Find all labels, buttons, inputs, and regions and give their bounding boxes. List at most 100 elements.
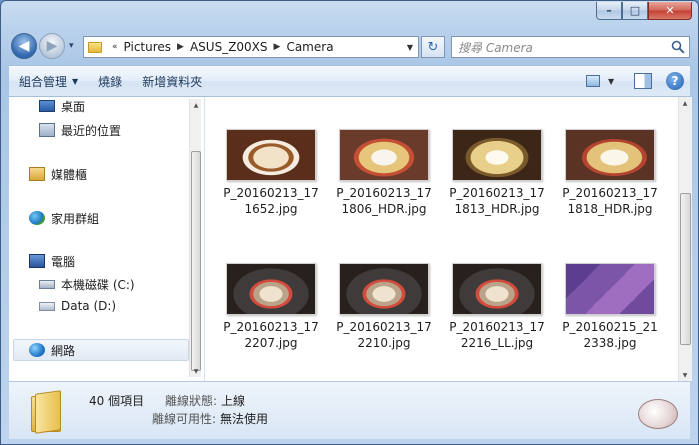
details-pane: 40 個項目 離線狀態: 上線 離線可用性: 無法使用 (9, 381, 690, 439)
organize-label: 組合管理 (19, 74, 68, 89)
network-icon (29, 343, 45, 357)
search-placeholder: 搜尋 Camera (458, 40, 533, 55)
photo-thumbnail (339, 263, 429, 315)
close-button[interactable]: ✕ (648, 2, 692, 20)
folder-icon (88, 41, 102, 53)
explorer-window: – □ ✕ ◀ ▶ ▾ « Pictures ▶ ASUS_Z00XS ▶ Ca… (0, 0, 699, 445)
photo-thumbnail (226, 263, 316, 315)
burn-button[interactable]: 燒錄 (88, 73, 132, 90)
file-item[interactable]: P_20160213_172216_LL.jpg (447, 263, 547, 351)
computer-icon (29, 254, 45, 268)
forward-button[interactable]: ▶ (39, 33, 65, 59)
file-name: P_20160213_171806_HDR.jpg (336, 186, 432, 216)
file-item[interactable]: P_20160213_171806_HDR.jpg (334, 129, 434, 217)
homegroup-icon (29, 211, 45, 225)
file-name: P_20160213_171652.jpg (223, 186, 319, 216)
sidebar-item-desktop[interactable]: 桌面 (39, 95, 85, 117)
sidebar-item-label: 本機磁碟 (C:) (61, 277, 135, 292)
scroll-up-arrow-icon[interactable]: ▲ (679, 97, 691, 109)
change-view-button[interactable]: ▼ (582, 70, 620, 92)
offline-status: 離線狀態: 上線 (165, 392, 245, 409)
organize-button[interactable]: 組合管理 ▼ (9, 73, 88, 90)
breadcrumb-asus[interactable]: ASUS_Z00XS (190, 40, 268, 54)
sidebar-item-computer[interactable]: 電腦 (29, 250, 75, 272)
sidebar-item-network[interactable]: 網路 (13, 339, 189, 361)
scrollbar-thumb[interactable] (680, 193, 691, 345)
navigation-pane: 桌面 最近的位置 媒體櫃 家用群組 電腦 本機磁碟 (C:) Data (D:) (9, 97, 205, 381)
search-icon[interactable] (671, 40, 685, 54)
file-name: P_20160213_171818_HDR.jpg (562, 186, 658, 216)
navigation-scrollbar[interactable]: ▲ ▼ (189, 99, 201, 377)
photo-thumbnail (339, 129, 429, 181)
file-name: P_20160213_172216_LL.jpg (449, 320, 545, 350)
file-item[interactable]: P_20160213_172207.jpg (221, 263, 321, 351)
file-name: P_20160215_212338.jpg (562, 320, 658, 350)
back-button[interactable]: ◀ (11, 33, 37, 59)
folder-icon (31, 390, 63, 434)
burn-label: 燒錄 (98, 74, 123, 89)
desktop-icon (39, 100, 55, 112)
sidebar-item-label: 最近的位置 (61, 123, 122, 138)
file-name: P_20160213_172210.jpg (336, 320, 432, 350)
file-item[interactable]: P_20160213_171652.jpg (221, 129, 321, 217)
file-item[interactable]: P_20160213_172210.jpg (334, 263, 434, 351)
breadcrumb-prefix[interactable]: « (106, 42, 124, 52)
scroll-down-arrow-icon[interactable]: ▼ (190, 365, 202, 377)
offline-availability-value: 無法使用 (220, 412, 269, 426)
library-icon (29, 167, 45, 181)
file-list-scrollbar[interactable]: ▲ ▼ (678, 97, 692, 381)
file-list-pane: P_20160213_171652.jpg P_20160213_171806_… (205, 97, 692, 381)
command-bar: 組合管理 ▼ 燒錄 新增資料夾 ▼ ? (9, 65, 690, 97)
recent-pages-dropdown[interactable]: ▾ (69, 41, 74, 51)
sidebar-item-label: 電腦 (51, 254, 76, 269)
breadcrumb-camera[interactable]: Camera (286, 40, 333, 54)
breadcrumb-pictures[interactable]: Pictures (124, 40, 172, 54)
chevron-down-icon: ▼ (72, 76, 79, 86)
scroll-down-arrow-icon[interactable]: ▼ (679, 369, 691, 381)
address-bar[interactable]: « Pictures ▶ ASUS_Z00XS ▶ Camera ▼ (83, 36, 419, 58)
sidebar-item-drive-d[interactable]: Data (D:) (39, 295, 116, 317)
sidebar-item-label: 媒體櫃 (51, 167, 88, 182)
sidebar-item-label: 家用群組 (51, 211, 100, 226)
photo-thumbnail (565, 129, 655, 181)
item-count: 40 個項目 (89, 394, 145, 408)
address-dropdown-button[interactable]: ▼ (402, 37, 418, 57)
offline-availability-label: 離線可用性: (152, 412, 217, 426)
breadcrumb-separator[interactable]: ▶ (268, 42, 287, 52)
file-name: P_20160213_172207.jpg (223, 320, 319, 350)
search-input[interactable]: 搜尋 Camera (451, 36, 690, 58)
sidebar-item-drive-c[interactable]: 本機磁碟 (C:) (39, 273, 135, 295)
refresh-button[interactable]: ↻ (421, 36, 445, 58)
file-item[interactable]: P_20160213_171818_HDR.jpg (560, 129, 660, 217)
photo-thumbnail (452, 263, 542, 315)
sidebar-item-label: 網路 (51, 343, 76, 358)
offline-status-label: 離線狀態: (165, 394, 218, 408)
file-name: P_20160213_171813_HDR.jpg (449, 186, 545, 216)
file-item[interactable]: P_20160213_171813_HDR.jpg (447, 129, 547, 217)
drive-icon (39, 301, 55, 311)
maximize-button[interactable]: □ (622, 2, 648, 20)
sidebar-item-recent-places[interactable]: 最近的位置 (39, 119, 121, 141)
preview-pane-button[interactable] (634, 73, 652, 89)
minimize-button[interactable]: – (596, 2, 622, 20)
watermark-logo-icon (638, 399, 678, 429)
scroll-up-arrow-icon[interactable]: ▲ (190, 99, 202, 111)
caption-buttons: – □ ✕ (596, 2, 692, 20)
new-folder-label: 新增資料夾 (142, 74, 203, 89)
help-button[interactable]: ? (666, 72, 684, 90)
photo-thumbnail (565, 263, 655, 315)
file-item[interactable]: P_20160215_212338.jpg (560, 263, 660, 351)
new-folder-button[interactable]: 新增資料夾 (132, 73, 212, 90)
sidebar-item-label: Data (D:) (61, 299, 117, 313)
chevron-down-icon[interactable]: ▼ (608, 77, 614, 86)
local-disk-icon (39, 279, 55, 289)
sidebar-item-homegroup[interactable]: 家用群組 (29, 207, 99, 229)
photo-thumbnail (452, 129, 542, 181)
navigation-bar: ◀ ▶ ▾ « Pictures ▶ ASUS_Z00XS ▶ Camera ▼… (9, 32, 690, 62)
photo-thumbnail (226, 129, 316, 181)
offline-status-value: 上線 (221, 394, 246, 408)
scrollbar-thumb[interactable] (191, 151, 201, 371)
breadcrumb-separator[interactable]: ▶ (171, 42, 190, 52)
view-icon (586, 75, 600, 87)
sidebar-item-libraries[interactable]: 媒體櫃 (29, 163, 87, 185)
